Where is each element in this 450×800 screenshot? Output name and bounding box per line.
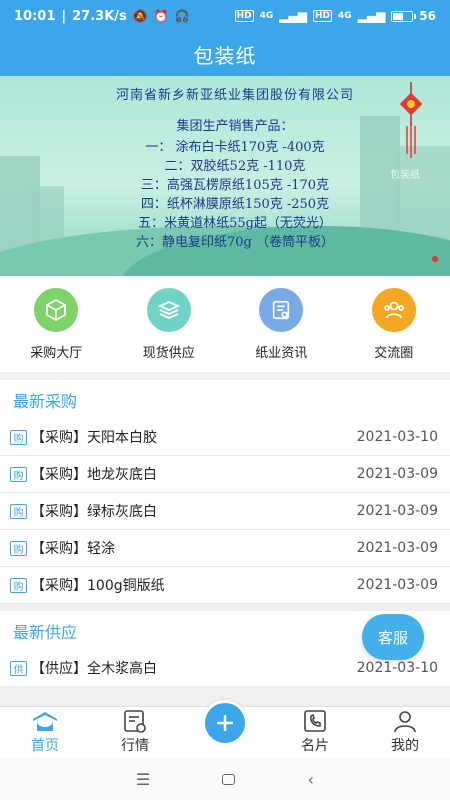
- list-item-date: 2021-03-09: [356, 503, 438, 519]
- group-icon: [371, 288, 416, 332]
- purchase-tag: 购: [10, 577, 27, 593]
- card-icon: [301, 707, 329, 734]
- stack-icon: [146, 288, 191, 332]
- list-item[interactable]: 购 【采购】天阳本白胶 2021-03-10: [0, 419, 450, 456]
- headset-icon: 🎧: [174, 9, 190, 23]
- hd-badge-1: HD: [234, 10, 254, 22]
- purchase-tag: 购: [10, 429, 27, 445]
- nav-spot-supply-label: 现货供应: [142, 346, 195, 361]
- list-item[interactable]: 购 【采购】100g铜版纸 2021-03-09: [0, 567, 450, 604]
- nav-community[interactable]: 交流圈: [338, 276, 450, 372]
- purchase-tag: 购: [10, 540, 27, 556]
- news-icon: [259, 288, 304, 332]
- status-time: 10:01: [14, 8, 56, 24]
- menu-icon[interactable]: ☰: [136, 770, 150, 789]
- banner-line: 二：双胶纸52克 -110克: [164, 159, 306, 174]
- list-item[interactable]: 购 【采购】绿标灰底白 2021-03-09: [0, 493, 450, 530]
- promo-banner[interactable]: 河南省新乡新亚纸业集团股份有限公司 集团生产销售产品： 一： 涂布白卡纸170克…: [0, 76, 450, 276]
- list-item-date: 2021-03-09: [356, 466, 438, 482]
- banner-line: 四：纸杯淋膜原纸150克 -250克: [140, 197, 330, 212]
- list-item[interactable]: 购 【采购】地龙灰底白 2021-03-09: [0, 456, 450, 493]
- nav-spot-supply[interactable]: 现货供应: [113, 276, 226, 372]
- hd-badge-2: HD: [312, 10, 332, 22]
- publish-button[interactable]: [202, 700, 248, 746]
- network-1: 4G: [259, 11, 274, 21]
- home-nav-icon[interactable]: [222, 773, 236, 785]
- tab-profile[interactable]: 我的: [360, 707, 450, 758]
- list-item-date: 2021-03-09: [356, 577, 438, 593]
- list-item-date: 2021-03-10: [356, 429, 438, 445]
- list-item-title: 【采购】地龙灰底白: [31, 467, 157, 483]
- network-2: 4G: [337, 11, 352, 21]
- status-bar: 10:01 | 27.3K/s 🔕 ⏰ 🎧 HD 4G ▂▄▆ HD 4G ▂▄…: [0, 0, 450, 32]
- banner-line: 三：高强瓦楞原纸105克 -170克: [140, 178, 330, 193]
- banner-line: 五：米黄道林纸55g起（无荧光）: [138, 216, 332, 231]
- battery-icon: [391, 10, 417, 22]
- banner-company: 河南省新乡新亚纸业集团股份有限公司: [115, 88, 354, 103]
- home-icon: [31, 707, 59, 734]
- mute-icon: 🔕: [132, 9, 148, 23]
- cube-icon: [34, 288, 79, 332]
- signal-icon: ▂▄▆: [279, 9, 307, 23]
- list-item-title: 【采购】轻涂: [31, 541, 115, 557]
- status-speed: 27.3K/s: [72, 8, 127, 24]
- nav-purchase-hall[interactable]: 采购大厅: [0, 276, 113, 372]
- tab-profile-label: 我的: [391, 738, 419, 754]
- list-item-title: 【采购】100g铜版纸: [31, 578, 165, 594]
- battery-level: 56: [419, 9, 436, 23]
- purchase-tag: 购: [10, 466, 27, 482]
- signal-icon: ▂▄▆: [357, 9, 386, 23]
- banner-line: 一： 涂布白卡纸170克 -400克: [145, 140, 325, 155]
- carousel-indicator[interactable]: [432, 256, 438, 262]
- quick-nav: 采购大厅 现货供应 纸业资讯 交流圈: [0, 276, 450, 372]
- market-icon: [121, 707, 149, 734]
- list-item-title: 【采购】绿标灰底白: [31, 504, 157, 520]
- section-divider: [0, 372, 450, 380]
- tab-market-label: 行情: [121, 738, 149, 754]
- page-header: 包装纸: [0, 32, 450, 76]
- banner-line: 六：静电复印纸70g （卷筒平板）: [136, 235, 334, 250]
- list-item[interactable]: 购 【采购】轻涂 2021-03-09: [0, 530, 450, 567]
- list-item-title: 【采购】天阳本白胶: [31, 430, 157, 446]
- nav-community-label: 交流圈: [374, 346, 414, 361]
- alarm-icon: ⏰: [153, 9, 169, 23]
- customer-service-button[interactable]: 客服: [362, 614, 424, 660]
- latest-purchase-title: 最新采购: [0, 380, 450, 420]
- tab-market[interactable]: 行情: [90, 707, 180, 758]
- list-item-date: 2021-03-09: [356, 540, 438, 556]
- tab-home[interactable]: 首页: [0, 707, 90, 758]
- purchase-tag: 购: [10, 503, 27, 519]
- banner-text: 河南省新乡新亚纸业集团股份有限公司 集团生产销售产品： 一： 涂布白卡纸170克…: [80, 86, 390, 252]
- back-icon[interactable]: ‹: [308, 770, 314, 789]
- list-item-title: 【供应】全木浆高白: [31, 661, 157, 677]
- tab-home-label: 首页: [31, 738, 59, 754]
- profile-icon: [391, 707, 419, 734]
- system-nav-bar: ☰ ‹: [0, 758, 450, 800]
- nav-paper-news[interactable]: 纸业资讯: [225, 276, 338, 372]
- banner-watermark: 包装纸: [390, 170, 420, 181]
- nav-paper-news-label: 纸业资讯: [255, 346, 308, 361]
- tab-card[interactable]: 名片: [270, 707, 360, 758]
- supply-tag: 供: [10, 660, 27, 676]
- lantern-icon: [399, 82, 423, 158]
- plus-icon: [217, 715, 233, 731]
- banner-intro: 集团生产销售产品：: [176, 119, 294, 134]
- nav-purchase-hall-label: 采购大厅: [30, 346, 83, 361]
- list-item-date: 2021-03-10: [356, 660, 438, 676]
- tab-card-label: 名片: [301, 738, 329, 754]
- page-title: 包装纸: [193, 43, 257, 68]
